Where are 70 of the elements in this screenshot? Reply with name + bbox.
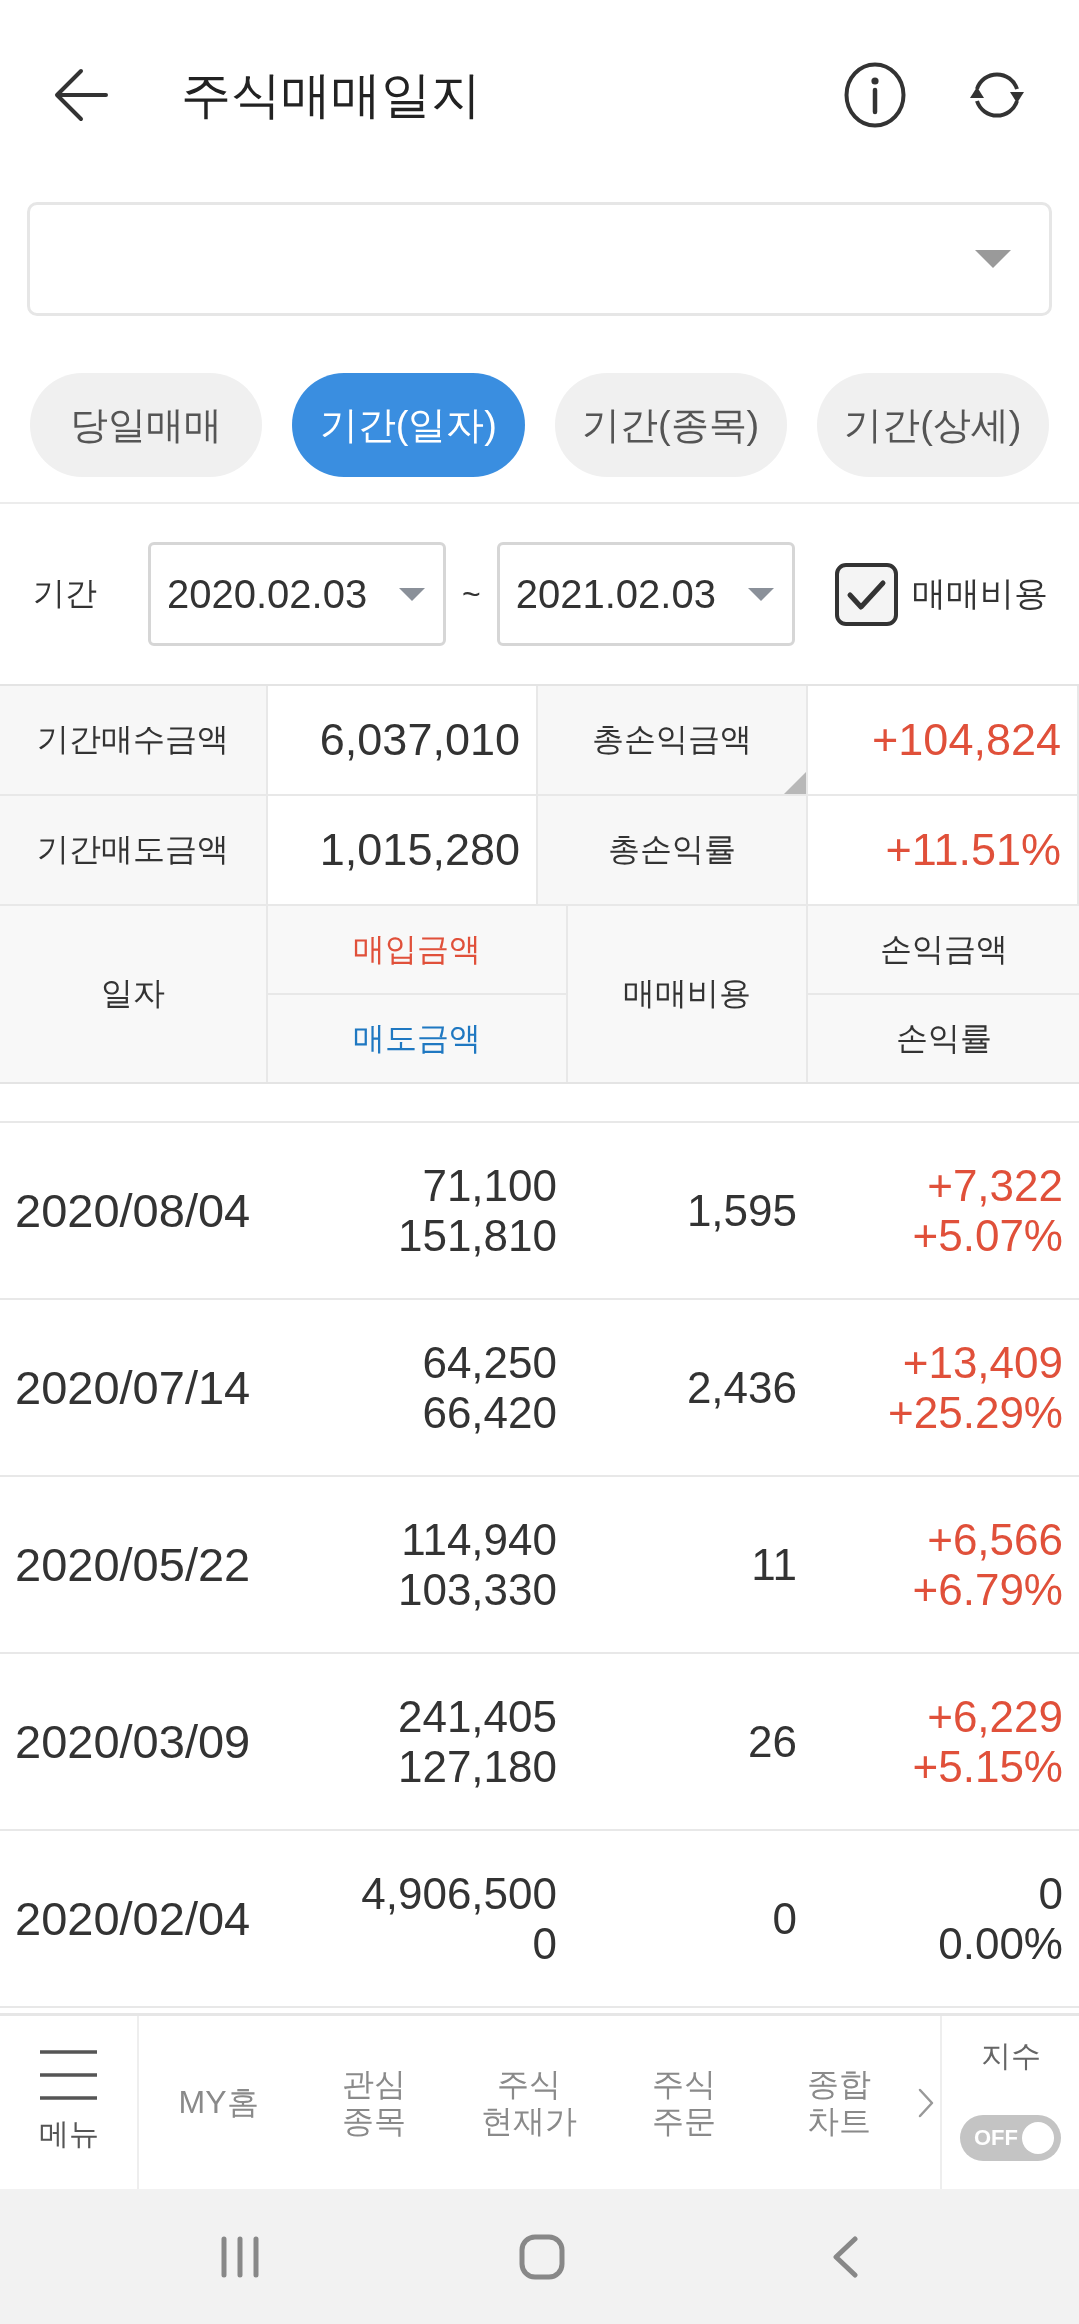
tab[interactable]: 당일매매 [30, 373, 263, 477]
profit-amount: +7,322 [927, 1160, 1063, 1211]
profit-amount: 0 [1038, 1868, 1063, 1919]
end-date-field[interactable]: 2021.02.03 [496, 542, 795, 646]
profit-rate: +6.79% [912, 1564, 1063, 1615]
nav-item[interactable]: 종합 차트 [761, 2065, 916, 2140]
chevron-right-icon[interactable] [918, 2087, 934, 2118]
back-icon[interactable] [831, 2235, 859, 2278]
fee-amount: 0 [772, 1893, 797, 1944]
date-cell: 2020/05/22 [15, 1538, 251, 1591]
column-header: 일자 [100, 974, 166, 1013]
back-arrow-icon[interactable] [53, 68, 109, 122]
purchase-amount: 4,906,500 [361, 1868, 557, 1919]
page-title: 주식매매일지 [181, 65, 481, 125]
info-icon[interactable] [844, 62, 906, 128]
fee-amount: 11 [751, 1539, 797, 1590]
sale-amount: 127,180 [397, 1741, 557, 1792]
range-separator: ~ [462, 575, 481, 613]
nav-item[interactable]: 주식 현재가 [451, 2065, 606, 2140]
start-date-field[interactable]: 2020.02.03 [148, 542, 446, 646]
index-label: 지수 [980, 2038, 1041, 2074]
summary-value: +104,824 [808, 686, 1079, 796]
caret-down-icon [399, 587, 425, 601]
sale-amount: 0 [532, 1918, 557, 1969]
checkbox[interactable] [834, 562, 898, 626]
column-header: 손익률 [808, 993, 1079, 1082]
profit-amount: +6,229 [927, 1691, 1063, 1742]
purchase-amount: 71,100 [422, 1160, 557, 1211]
toggle-knob-icon [1022, 2122, 1054, 2154]
profit-amount: +6,566 [927, 1514, 1063, 1565]
date-cell: 2020/03/09 [15, 1715, 251, 1768]
fee-amount: 1,595 [686, 1185, 797, 1236]
caret-down-icon [747, 587, 774, 601]
nav-item[interactable]: 관심 종목 [296, 2065, 451, 2140]
profit-amount: +13,409 [902, 1337, 1063, 1388]
period-label: 기간 [33, 574, 97, 613]
summary-label: 총손익률 [538, 796, 808, 906]
summary-label: 기간매도금액 [0, 796, 268, 906]
purchase-amount: 241,405 [397, 1691, 557, 1742]
nav-item[interactable]: MY홈 [141, 2084, 296, 2121]
recent-apps-icon[interactable] [220, 2235, 260, 2278]
checkbox-label: 매매비용 [911, 573, 1048, 614]
nav-item[interactable]: 주식 주문 [606, 2065, 761, 2140]
profit-rate: 0.00% [938, 1918, 1063, 1969]
index-toggle[interactable]: OFF [960, 2115, 1061, 2161]
profit-rate: +5.15% [912, 1741, 1063, 1792]
tab[interactable]: 기간(상세) [816, 373, 1049, 477]
date-cell: 2020/02/04 [15, 1892, 251, 1945]
tab[interactable]: 기간(종목) [554, 373, 787, 477]
summary-label: 총손익금액 [538, 686, 808, 796]
summary-label: 기간매수금액 [0, 686, 268, 796]
column-header: 매도금액 [268, 993, 566, 1082]
column-header: 손익금액 [878, 929, 1009, 969]
date-cell: 2020/08/04 [15, 1184, 251, 1237]
column-header: 매매비용 [622, 974, 752, 1013]
home-icon[interactable] [519, 2233, 565, 2280]
purchase-amount: 114,940 [401, 1514, 557, 1565]
profit-rate: +5.07% [912, 1210, 1063, 1261]
column-header: 매입금액 [352, 929, 482, 969]
caret-down-icon [975, 250, 1011, 268]
sale-amount: 66,420 [422, 1387, 557, 1438]
sale-amount: 103,330 [397, 1564, 557, 1615]
date-cell: 2020/07/14 [15, 1361, 251, 1414]
purchase-amount: 64,250 [422, 1337, 557, 1388]
profit-rate: +25.29% [888, 1387, 1063, 1438]
tab[interactable]: 기간(일자) [292, 373, 525, 477]
menu-icon [40, 2050, 97, 2100]
sale-amount: 151,810 [397, 1210, 557, 1261]
fee-amount: 26 [748, 1716, 797, 1767]
fee-amount: 2,436 [686, 1362, 797, 1413]
